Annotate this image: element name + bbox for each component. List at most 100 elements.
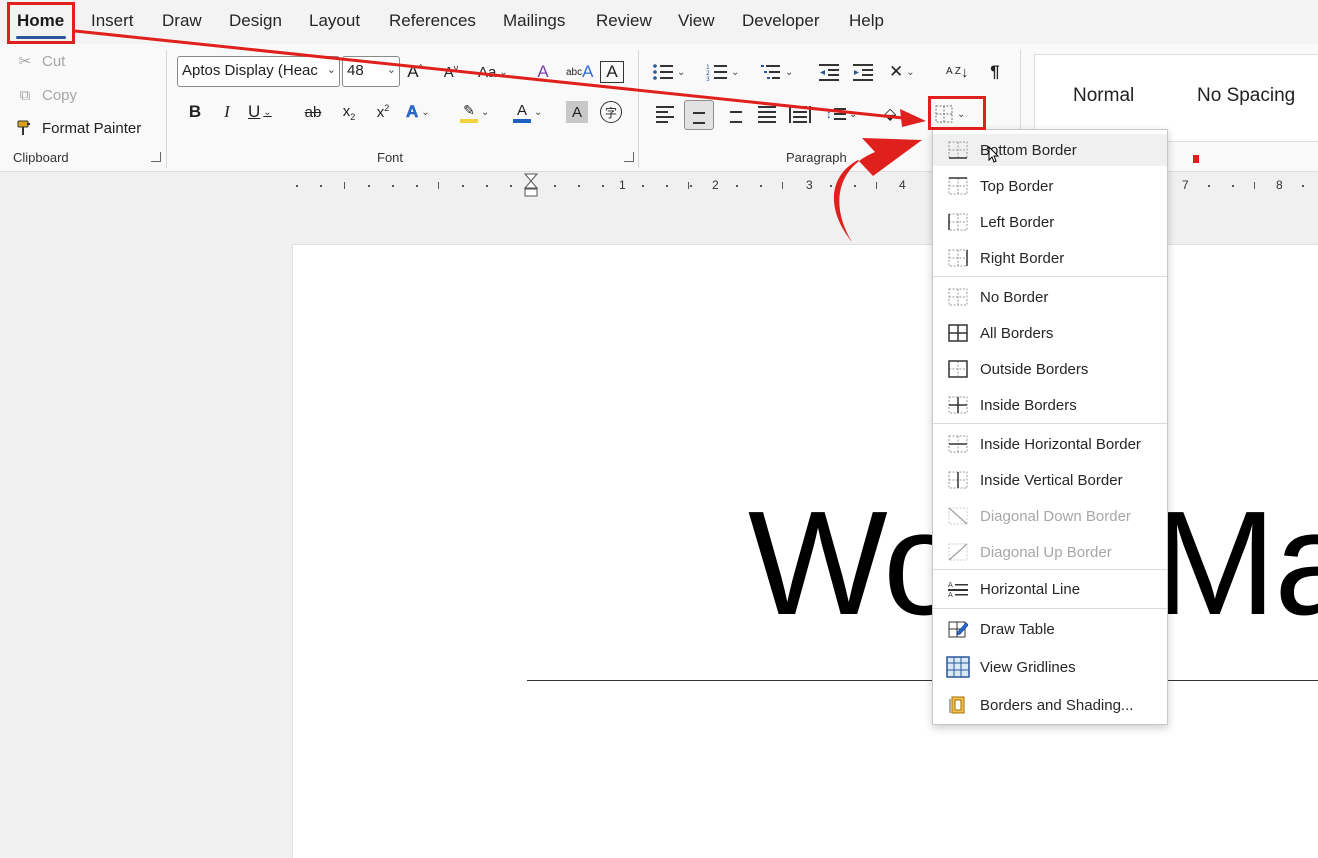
menu-item-inside-horizontal-border[interactable]: Inside Horizontal Border	[933, 428, 1167, 460]
ruler-dot	[320, 185, 322, 187]
shrink-font-button[interactable]: Av	[440, 58, 462, 86]
copy-button[interactable]: ⧉ Copy	[16, 86, 77, 104]
ruler-number: 7	[1182, 178, 1189, 192]
align-right-button[interactable]	[722, 100, 744, 128]
italic-button[interactable]: I	[216, 98, 238, 126]
clipboard-launcher-icon[interactable]	[151, 152, 161, 162]
font-size-box[interactable]: 48 ⌄	[342, 56, 400, 87]
paragraph-shading-button[interactable]: ⬙ ⌄	[884, 100, 908, 128]
decrease-indent-button[interactable]	[818, 58, 840, 86]
menu-item-all-borders[interactable]: All Borders	[933, 317, 1167, 349]
distributed-icon	[789, 105, 811, 123]
menu-item-inside-borders[interactable]: Inside Borders	[933, 389, 1167, 421]
menu-item-bottom-border[interactable]: Bottom Border	[933, 134, 1167, 166]
decrease-indent-icon	[819, 64, 839, 81]
numbering-button[interactable]: 123 ⌄	[706, 58, 739, 86]
multilevel-list-button[interactable]: ⌄	[760, 58, 793, 86]
ruler-dot	[416, 185, 418, 187]
menu-item-borders-and-shading[interactable]: Borders and Shading...	[933, 689, 1167, 721]
format-painter-button[interactable]: Format Painter	[16, 119, 141, 137]
tab-layout[interactable]: Layout	[309, 11, 360, 31]
draw-table-icon	[948, 621, 968, 638]
ruler-dot	[1302, 185, 1304, 187]
justify-button[interactable]	[756, 100, 778, 128]
document-heading-part-2[interactable]: Ma	[1153, 490, 1318, 638]
tab-references[interactable]: References	[389, 11, 476, 31]
cut-button[interactable]: ✂ Cut	[16, 52, 66, 71]
svg-text:A: A	[948, 591, 953, 598]
increase-indent-button[interactable]	[852, 58, 874, 86]
align-left-button[interactable]	[654, 100, 676, 128]
grow-font-button[interactable]: A^	[404, 58, 426, 86]
bold-button[interactable]: B	[184, 98, 206, 126]
tab-help[interactable]: Help	[849, 11, 884, 31]
strikethrough-button[interactable]: ab	[302, 98, 324, 126]
menu-item-outside-borders[interactable]: Outside Borders	[933, 353, 1167, 385]
menu-item-horizontal-line[interactable]: AA Horizontal Line	[933, 573, 1167, 605]
font-launcher-icon[interactable]	[624, 152, 634, 162]
font-name-box[interactable]: Aptos Display (Heac ⌄	[177, 56, 340, 87]
menu-item-no-border[interactable]: No Border	[933, 281, 1167, 313]
superscript-button[interactable]: x2	[372, 98, 394, 126]
menu-item-view-gridlines[interactable]: View Gridlines	[933, 651, 1167, 683]
outside-borders-icon	[948, 360, 968, 378]
style-normal[interactable]: Normal	[1073, 85, 1134, 107]
tab-mailings[interactable]: Mailings	[503, 11, 565, 31]
bullets-button[interactable]: ⌄	[652, 58, 685, 86]
ruler-dot	[642, 185, 644, 187]
line-spacing-button[interactable]: ↕ ⌄	[826, 100, 857, 128]
character-border-button[interactable]: A	[600, 61, 624, 83]
asian-layout-button[interactable]: ✕ ⌄	[889, 58, 915, 86]
distributed-button[interactable]	[789, 100, 811, 128]
style-no-spacing[interactable]: No Spacing	[1197, 85, 1295, 107]
menu-item-diagonal-up-border[interactable]: Diagonal Up Border	[933, 536, 1167, 568]
shading-button[interactable]: A	[566, 101, 588, 123]
subscript-button[interactable]: x2	[338, 98, 360, 126]
ruler-dot	[462, 185, 464, 187]
increase-indent-icon	[853, 64, 873, 81]
ruler-dot	[554, 185, 556, 187]
tab-review[interactable]: Review	[596, 11, 652, 31]
shrink-font-icon: Av	[443, 63, 459, 81]
tab-developer[interactable]: Developer	[742, 11, 820, 31]
menu-item-label: Draw Table	[980, 620, 1055, 638]
justify-icon	[758, 105, 776, 123]
right-border-icon	[948, 249, 968, 267]
text-effects-button[interactable]: A ⌄	[406, 98, 430, 126]
sort-button[interactable]: A Z ↓	[946, 58, 969, 86]
left-border-icon	[948, 213, 968, 231]
align-center-icon	[690, 107, 708, 124]
ruler-dot	[368, 185, 370, 187]
highlight-button[interactable]: ✎ ⌄	[460, 98, 489, 126]
font-color-button[interactable]: A ⌄	[513, 98, 542, 126]
tab-design[interactable]: Design	[229, 11, 282, 31]
indent-marker-icon[interactable]	[523, 173, 539, 199]
copy-icon: ⧉	[19, 86, 31, 104]
sort-icon: A Z	[946, 66, 962, 77]
menu-item-label: Borders and Shading...	[980, 696, 1134, 714]
strikethrough-icon: ab	[304, 103, 322, 121]
show-formatting-marks-button[interactable]: ¶	[984, 58, 1006, 86]
clear-formatting-button[interactable]: A	[532, 58, 554, 86]
menu-item-diagonal-down-border[interactable]: Diagonal Down Border	[933, 500, 1167, 532]
change-case-button[interactable]: Aa ⌄	[478, 58, 508, 86]
underline-button[interactable]: U ⌄	[248, 98, 272, 126]
menu-item-left-border[interactable]: Left Border	[933, 206, 1167, 238]
menu-item-inside-vertical-border[interactable]: Inside Vertical Border	[933, 464, 1167, 496]
svg-text:3: 3	[706, 76, 710, 82]
ruler-tick	[688, 182, 689, 189]
menu-item-draw-table[interactable]: Draw Table	[933, 613, 1167, 645]
tab-view[interactable]: View	[678, 11, 715, 31]
tab-insert[interactable]: Insert	[91, 11, 134, 31]
ruler-dot	[760, 185, 762, 187]
menu-item-top-border[interactable]: Top Border	[933, 170, 1167, 202]
menu-item-label: Left Border	[980, 213, 1055, 231]
character-shading-icon: A	[571, 103, 582, 121]
menu-item-label: Diagonal Up Border	[980, 543, 1112, 561]
tab-draw[interactable]: Draw	[162, 11, 202, 31]
text-effects-abc-button[interactable]: abc A	[566, 58, 593, 86]
align-center-button[interactable]	[684, 100, 714, 130]
enclose-characters-button[interactable]: 字	[600, 98, 622, 126]
menu-item-right-border[interactable]: Right Border	[933, 242, 1167, 274]
ruler-dot	[392, 185, 394, 187]
